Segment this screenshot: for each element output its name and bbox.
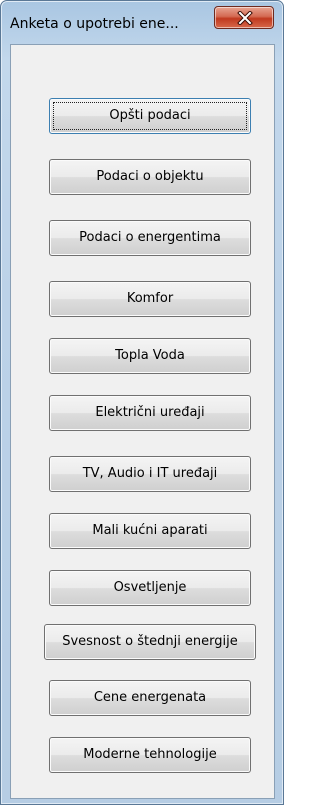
- tv-audio-it-uredjaji-label: TV, Audio i IT uređaji: [82, 466, 218, 481]
- moderne-tehnologije-label: Moderne tehnologije: [83, 747, 217, 762]
- topla-voda-button[interactable]: Topla Voda: [49, 338, 251, 374]
- window-title: Anketa o upotrebi ene...: [10, 16, 179, 32]
- svesnost-o-stednji-energije-label: Svesnost o štednji energije: [62, 634, 238, 649]
- elektricni-uredjaji-label: Električni uređaji: [95, 405, 205, 420]
- cene-energenata-label: Cene energenata: [93, 690, 207, 705]
- komfor-button[interactable]: Komfor: [49, 281, 251, 317]
- title-bar[interactable]: Anketa o upotrebi ene...: [1, 1, 283, 45]
- podaci-o-energentima-button[interactable]: Podaci o energentima: [49, 220, 251, 256]
- cene-energenata-button[interactable]: Cene energenata: [49, 680, 251, 716]
- opsti-podaci-button[interactable]: Opšti podaci: [49, 98, 251, 134]
- opsti-podaci-label: Opšti podaci: [109, 108, 191, 123]
- podaci-o-energentima-label: Podaci o energentima: [79, 230, 221, 245]
- close-button[interactable]: [214, 6, 274, 29]
- osvetljenje-button[interactable]: Osvetljenje: [49, 570, 251, 606]
- mali-kucni-aparati-label: Mali kućni aparati: [92, 523, 208, 538]
- podaci-o-objektu-label: Podaci o objektu: [96, 169, 204, 184]
- topla-voda-label: Topla Voda: [115, 348, 185, 363]
- osvetljenje-label: Osvetljenje: [113, 580, 187, 595]
- moderne-tehnologije-button[interactable]: Moderne tehnologije: [49, 737, 251, 773]
- komfor-label: Komfor: [126, 291, 174, 306]
- svesnost-o-stednji-energije-button[interactable]: Svesnost o štednji energije: [44, 624, 256, 660]
- elektricni-uredjaji-button[interactable]: Električni uređaji: [49, 395, 251, 431]
- podaci-o-objektu-button[interactable]: Podaci o objektu: [49, 159, 251, 195]
- mali-kucni-aparati-button[interactable]: Mali kućni aparati: [49, 513, 251, 549]
- dialog-content: Opšti podaci Podaci o objektu Podaci o e…: [10, 44, 275, 799]
- tv-audio-it-uredjaji-button[interactable]: TV, Audio i IT uređaji: [49, 456, 251, 492]
- dialog-window: Anketa o upotrebi ene... Opšti podaci Po…: [0, 0, 284, 805]
- close-icon: [237, 11, 253, 25]
